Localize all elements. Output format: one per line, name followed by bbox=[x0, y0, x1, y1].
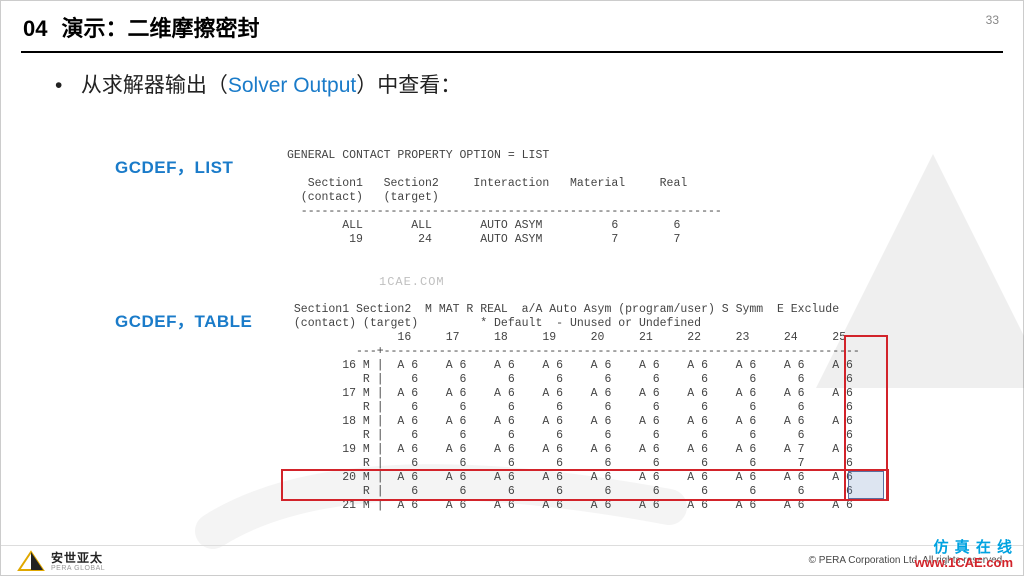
bullet-dot: • bbox=[55, 74, 75, 98]
bullet-suffix: ）中查看： bbox=[356, 74, 461, 97]
header-divider bbox=[21, 51, 1003, 53]
slide: 04 演示：二维摩擦密封 33 • 从求解器输出（Solver Output）中… bbox=[0, 0, 1024, 576]
label-gcdef-table: GCDEF，TABLE bbox=[115, 307, 252, 332]
site-watermark: 仿 真 在 线 www.1CAE.com bbox=[915, 539, 1013, 571]
brand-text: 安世亚太 PERA GLOBAL bbox=[51, 549, 105, 572]
section-number: 04 bbox=[23, 16, 47, 42]
solver-output-list: GENERAL CONTACT PROPERTY OPTION = LIST S… bbox=[287, 149, 722, 247]
brand-en: PERA GLOBAL bbox=[51, 565, 105, 572]
header: 04 演示：二维摩擦密封 bbox=[1, 1, 1023, 49]
page-number: 33 bbox=[986, 13, 999, 27]
site-url: www.1CAE.com bbox=[915, 556, 1013, 571]
bullet-line: • 从求解器输出（Solver Output）中查看： bbox=[1, 65, 1023, 109]
brand-logo: 安世亚太 PERA GLOBAL bbox=[17, 549, 105, 572]
label-gcdef-list: GCDEF，LIST bbox=[115, 153, 233, 178]
footer: 安世亚太 PERA GLOBAL © PERA Corporation Ltd.… bbox=[1, 545, 1023, 575]
watermark-text: 1CAE.COM bbox=[379, 275, 445, 289]
bullet-solver-output: Solver Output bbox=[228, 74, 356, 97]
brand-cn: 安世亚太 bbox=[51, 549, 105, 566]
section-title: 演示：二维摩擦密封 bbox=[61, 11, 259, 43]
site-cn: 仿 真 在 线 bbox=[915, 539, 1013, 556]
triangle-logo-icon bbox=[17, 550, 45, 572]
bullet-prefix: 从求解器输出（ bbox=[81, 74, 228, 97]
solver-output-table: Section1 Section2 M MAT R REAL a/A Auto … bbox=[287, 303, 860, 513]
